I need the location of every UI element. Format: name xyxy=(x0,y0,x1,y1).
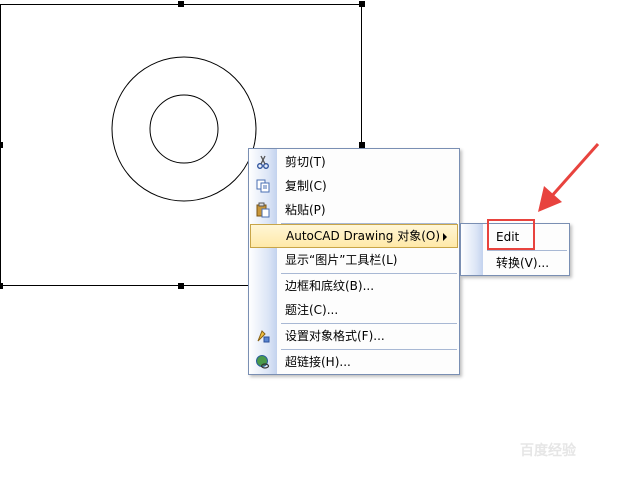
inner-circle xyxy=(149,94,219,164)
menu-item-label: 复制(C) xyxy=(285,179,327,193)
selection-handle-top-right[interactable] xyxy=(359,1,365,7)
selection-handle-bottom-left[interactable] xyxy=(0,283,3,289)
menu-item-show-picture-toolbar[interactable]: 显示“图片”工具栏(L) xyxy=(249,248,459,272)
copy-icon xyxy=(256,179,270,193)
watermark: 百度经验 xyxy=(520,443,576,459)
context-menu: 剪切(T) 复制(C) 粘贴(P) AutoCAD Drawing 对象(O) … xyxy=(248,148,460,375)
menu-item-caption[interactable]: 题注(C)... xyxy=(249,298,459,322)
selection-handle-bottom-middle[interactable] xyxy=(178,283,184,289)
menu-item-label: 超链接(H)... xyxy=(285,355,351,369)
annotation-arrow-icon xyxy=(538,143,600,212)
menu-item-hyperlink[interactable]: 超链接(H)... xyxy=(249,350,459,374)
menu-item-label: 题注(C)... xyxy=(285,303,339,317)
menu-item-format-object[interactable]: 设置对象格式(F)... xyxy=(249,324,459,348)
format-object-icon xyxy=(257,330,270,343)
menu-item-label: 边框和底纹(B)... xyxy=(285,279,375,293)
submenu-arrow-icon xyxy=(443,233,447,241)
menu-item-label: 显示“图片”工具栏(L) xyxy=(285,253,398,267)
menu-item-label: 粘贴(P) xyxy=(285,203,326,217)
scissors-icon xyxy=(257,155,269,169)
hyperlink-icon xyxy=(256,355,270,369)
annotation-highlight-box xyxy=(487,219,535,250)
submenu-item-label: 转换(V)... xyxy=(496,256,550,270)
menu-item-borders-shading[interactable]: 边框和底纹(B)... xyxy=(249,274,459,298)
menu-item-autocad-drawing-object[interactable]: AutoCAD Drawing 对象(O) xyxy=(250,224,458,248)
paste-icon xyxy=(256,202,270,218)
selection-handle-top-middle[interactable] xyxy=(178,1,184,7)
menu-item-cut[interactable]: 剪切(T) xyxy=(249,150,459,174)
selection-handle-middle-left[interactable] xyxy=(0,142,3,148)
menu-item-copy[interactable]: 复制(C) xyxy=(249,174,459,198)
outer-circle xyxy=(111,56,257,202)
menu-item-label: 设置对象格式(F)... xyxy=(285,329,385,343)
menu-item-label: 剪切(T) xyxy=(285,155,326,169)
menu-item-paste[interactable]: 粘贴(P) xyxy=(249,198,459,222)
submenu-item-convert[interactable]: 转换(V)... xyxy=(461,251,569,275)
menu-item-label: AutoCAD Drawing 对象(O) xyxy=(286,229,441,243)
